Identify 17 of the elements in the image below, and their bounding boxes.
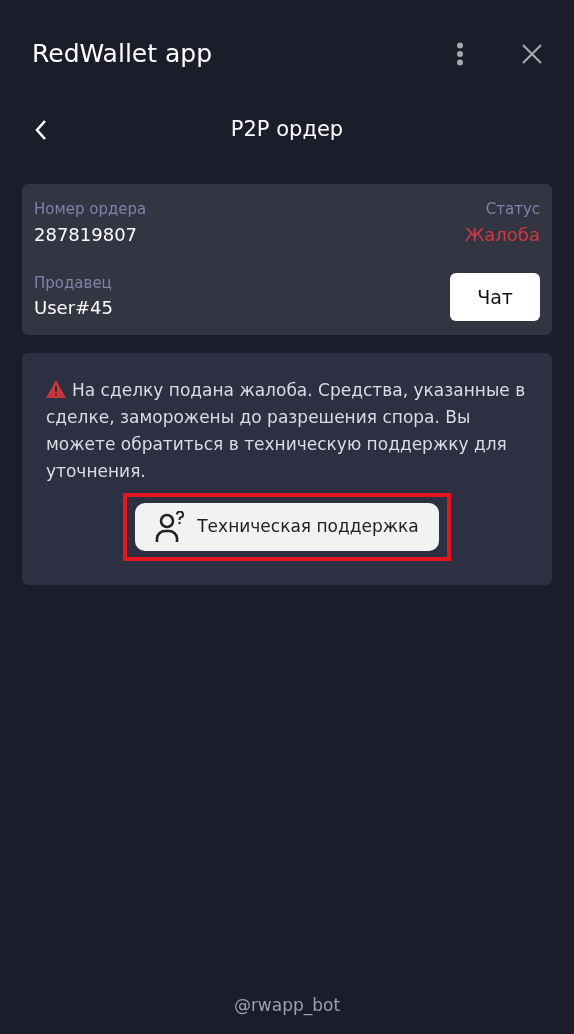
chat-button[interactable]: Чат [450,273,540,321]
more-icon[interactable] [456,42,464,66]
app-title: RedWallet app [32,38,213,71]
page-title: P2P ордер [230,116,344,144]
support-button[interactable]: Техническая поддержка [135,503,439,551]
close-icon[interactable] [522,44,542,64]
user-question-icon [155,511,186,543]
warning-icon [46,380,66,398]
notice-text: На сделку подана жалоба. Средства, указанные в сделке, заморожены до разрешения спора. Вы можете обратиться в техническую поддержку для уточнения. [46,379,527,483]
order-status: Жалоба [464,222,540,247]
order-number: 287819807 [34,222,139,247]
field-label: Продавец [34,272,113,294]
back-icon[interactable] [34,119,47,141]
field-label: Статус [485,199,540,220]
field-label: Номер ордера [34,199,147,220]
seller-name: User#45 [34,296,113,320]
bot-handle: @rwapp_bot [233,994,341,1015]
